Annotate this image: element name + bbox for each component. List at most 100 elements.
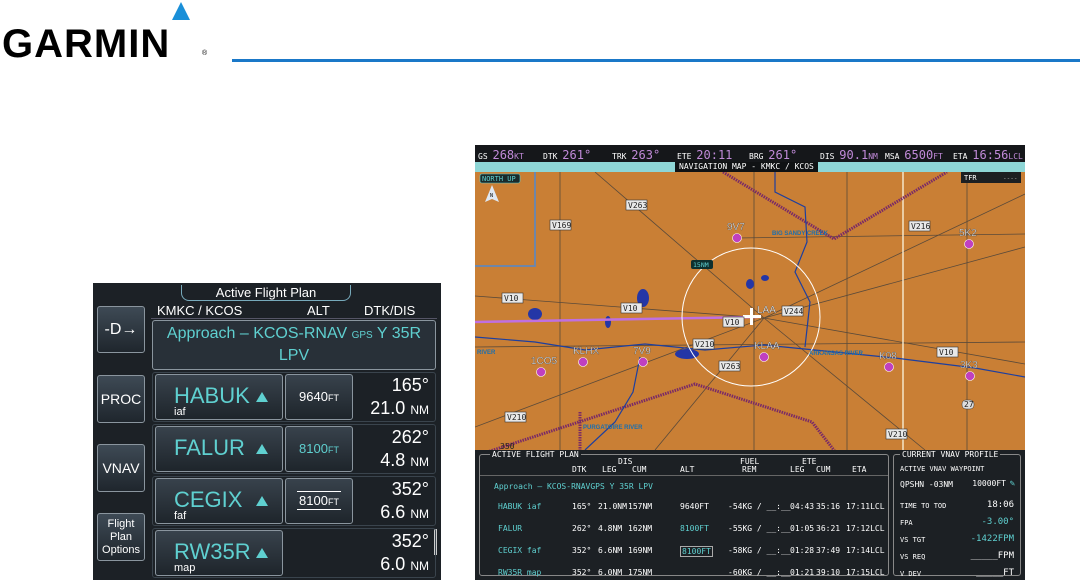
leg-header: LEG: [602, 465, 617, 474]
orientation-label: NORTH UP: [482, 175, 516, 183]
airport-icon[interactable]: [578, 357, 588, 367]
afp-cell-cum: 157NM: [628, 502, 653, 511]
airport-icon[interactable]: [732, 233, 742, 243]
boundary-line: [475, 172, 536, 267]
waypoint-triangle-icon: [256, 496, 268, 506]
airspace-boundaries: [488, 172, 948, 450]
altitude-button[interactable]: 8100FT: [285, 478, 353, 524]
desired-track: 165°: [391, 375, 429, 395]
afp-cell-wpt[interactable]: FALUR: [498, 524, 522, 533]
cum-header: CUM: [632, 465, 647, 474]
river-label: RIVER: [477, 350, 496, 356]
procedure-button[interactable]: Approach – KCOS-RNAV GPS Y 35R LPV: [152, 320, 436, 370]
afp-cell-wpt[interactable]: HABUK iaf: [498, 502, 541, 511]
afp-cell-alt: 8100FT: [680, 524, 709, 533]
afp-cell-eta: 17:14LCL: [846, 546, 885, 555]
altitude-unit: FT: [327, 393, 339, 403]
airport-icon[interactable]: [638, 357, 648, 367]
dtk-dis-header: DTK/DIS: [364, 303, 416, 318]
data-field-dtk[interactable]: DTK 261°: [543, 148, 591, 162]
waypoint-row: RW35R map 352° 6.0 NM: [152, 528, 436, 578]
airport-icon[interactable]: [759, 352, 769, 362]
afp-cell-ete-cum: 39:10: [816, 568, 841, 577]
flight-plan-options-button[interactable]: Flight Plan Options: [97, 513, 145, 561]
alt-header: ALT: [307, 303, 330, 318]
vnav-button[interactable]: VNAV: [97, 444, 145, 492]
ete-cum-header: CUM: [816, 465, 831, 474]
vnav-item-label: VS TGT: [900, 536, 926, 544]
airway-label: V10: [939, 348, 954, 357]
distance: 4.8 NM: [380, 450, 429, 471]
afp-cell-ete-cum: 37:49: [816, 546, 841, 555]
airway-label: V210: [888, 430, 907, 439]
airport-icon[interactable]: [964, 239, 974, 249]
distance-value: 6.6: [380, 502, 406, 522]
field-value: 20:11: [696, 148, 733, 162]
navigation-map[interactable]: LAA NORTH UP N TFR ---- 15NM V263 V169 V10…: [475, 172, 1025, 450]
field-label: DTK: [543, 152, 558, 161]
waypoint-button[interactable]: CEGIX faf: [155, 478, 283, 524]
vnav-item-label: FPA: [900, 519, 913, 527]
waypoint-triangle-icon: [256, 444, 268, 454]
vnav-title: CURRENT VNAV PROFILE: [900, 450, 1001, 459]
map-title: NAVIGATION MAP - KMKC / KCOS: [675, 162, 818, 172]
distance-unit: NM: [410, 403, 429, 417]
airport-icon[interactable]: [884, 362, 894, 372]
north-label: N: [490, 193, 493, 199]
vnav-item-value: -3.00°: [981, 517, 1014, 527]
divider: [480, 475, 888, 476]
active-vnav-label: ACTIVE VNAV WAYPOINT: [900, 465, 985, 473]
afp-cell-eta: 17:11LCL: [846, 502, 885, 511]
data-field-trk[interactable]: TRK 263°: [612, 148, 660, 162]
data-field-gs[interactable]: GS 268KT: [478, 148, 524, 162]
altitude-unit: FT: [327, 497, 339, 507]
data-field-msa[interactable]: MSA 6500FT: [885, 148, 943, 162]
field-unit: NM: [868, 152, 878, 161]
airport-icon[interactable]: [965, 371, 975, 381]
afp-cell-eta: 17:12LCL: [846, 524, 885, 533]
afp-cell-ete-cum: 36:21: [816, 524, 841, 533]
airway-label: V210: [695, 340, 714, 349]
active-flight-plan-table: ACTIVE FLIGHT PLAN DIS FUEL ETE DTK LEG …: [479, 450, 889, 577]
afp-procedure[interactable]: Approach – KCOS-RNAVGPS Y 35R LPV: [494, 482, 653, 491]
altitude-button[interactable]: 9640FT: [285, 374, 353, 420]
afp-cell-ete-leg: 01:28: [790, 546, 815, 555]
afp-cell-ete-leg: 01:05: [790, 524, 815, 533]
afp-cell-wpt[interactable]: RW35R map: [498, 568, 541, 577]
procedure-runway: Y 35R: [376, 325, 422, 342]
waypoint-button[interactable]: HABUK iaf: [155, 374, 283, 420]
options-label-1: Flight: [107, 517, 135, 530]
afp-cell-ete-leg: 01:21: [790, 568, 815, 577]
data-bar: GS 268KT DTK 261° TRK 263° ETE 20:11 BRG 261…: [475, 145, 1025, 162]
afp-cell-dtk: 352°: [572, 568, 592, 577]
afp-cell-cum: 162NM: [628, 524, 653, 533]
waypoint-role: iaf: [174, 406, 186, 418]
eta-header: ETA: [852, 465, 867, 474]
proc-button[interactable]: PROC: [97, 375, 145, 423]
airport-icon[interactable]: [536, 367, 546, 377]
altitude-button[interactable]: 8100FT: [285, 426, 353, 472]
waypoint-button[interactable]: FALUR: [155, 426, 283, 472]
afp-cell-leg: 4.8NM: [598, 524, 623, 533]
data-field-brg[interactable]: BRG 261°: [749, 148, 797, 162]
waypoint-button[interactable]: RW35R map: [155, 530, 283, 576]
options-label-2: Plan: [109, 530, 133, 543]
range-label: 15NM: [693, 261, 709, 269]
afp-cell-wpt[interactable]: CEGIX faf: [498, 546, 541, 555]
waypoint-row: CEGIX faf 8100FT 352° 6.6 NM: [152, 476, 436, 526]
procedure-name: Approach – KCOS-RNAV: [166, 325, 348, 342]
edit-pencil-icon[interactable]: ✎: [1010, 479, 1015, 489]
field-value: 16:56: [972, 148, 1009, 162]
logo-triangle-icon: [172, 2, 190, 20]
airport-label: K08: [879, 351, 897, 362]
waypoint-triangle-icon: [256, 392, 268, 402]
data-field-ete[interactable]: ETE 20:11: [677, 148, 732, 162]
airway-label: V10: [725, 318, 740, 327]
river-label: PURGATOIRE RIVER: [583, 425, 643, 431]
data-field-eta[interactable]: ETA 16:56LCL: [953, 148, 1023, 162]
waypoint-role: faf: [174, 510, 187, 522]
data-field-dis[interactable]: DIS 90.1NM: [820, 148, 878, 162]
distance: 21.0 NM: [370, 398, 429, 419]
vnav-waypoint: QPSHN -03NM: [900, 480, 953, 489]
direct-to-button[interactable]: -D→: [97, 306, 145, 353]
